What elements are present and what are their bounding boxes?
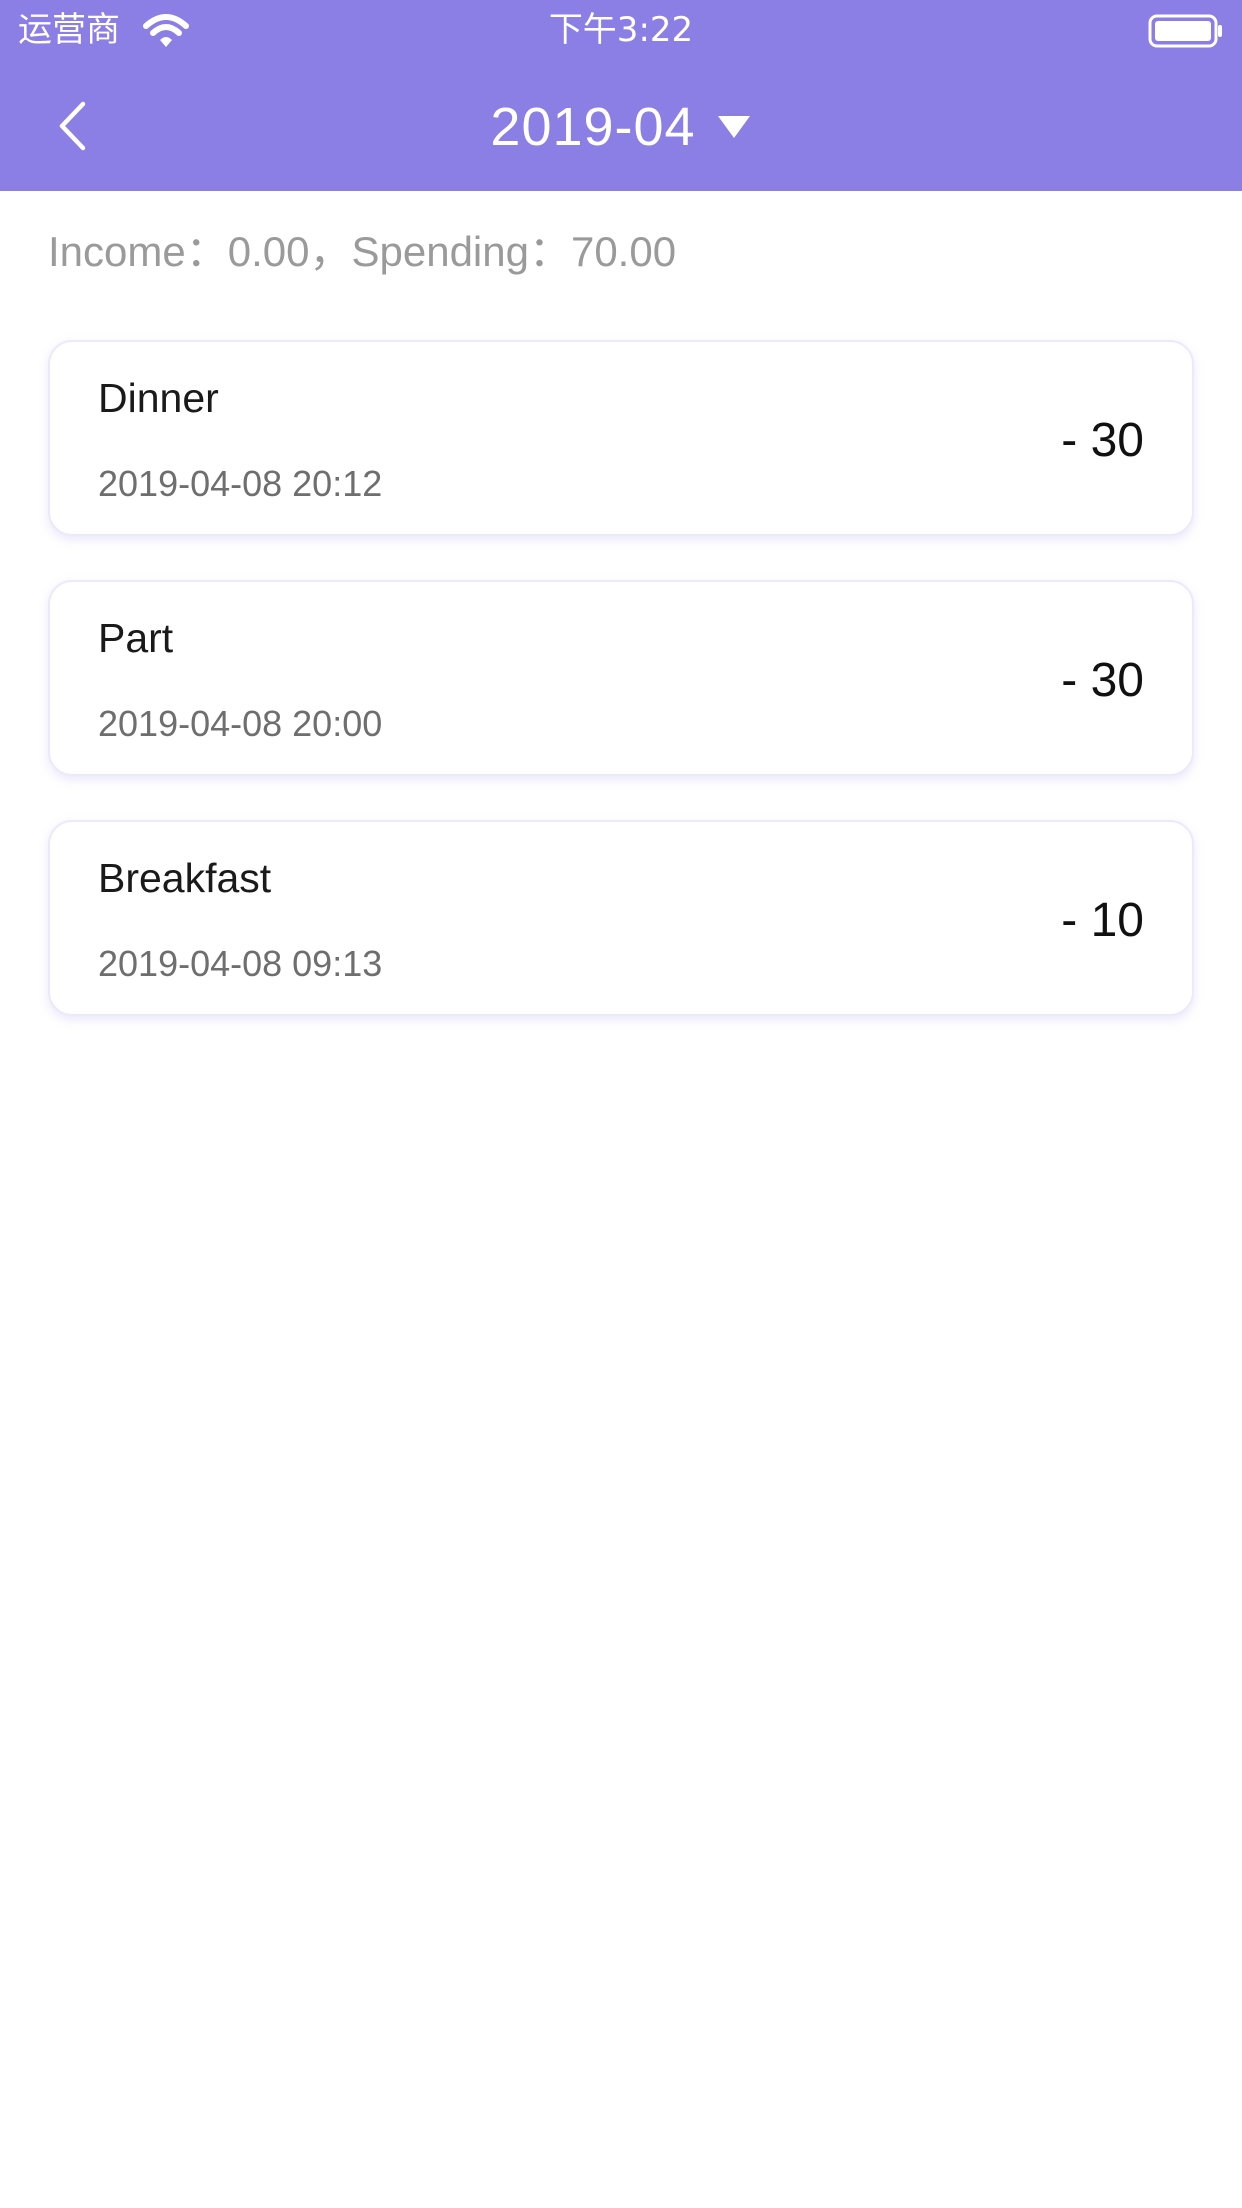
- record-time: 2019-04-08 20:12: [98, 463, 383, 504]
- record-card-breakfast[interactable]: Breakfast 2019-04-08 09:13 - 10: [48, 820, 1194, 1016]
- record-time: 2019-04-08 09:13: [98, 943, 383, 984]
- record-list: Dinner 2019-04-08 20:12 - 30 Part 2019-0…: [48, 340, 1194, 1060]
- record-title: Breakfast: [98, 855, 272, 901]
- record-amount: - 30: [1061, 654, 1144, 707]
- record-amount: - 30: [1061, 414, 1144, 467]
- record-card-part[interactable]: Part 2019-04-08 20:00 - 30: [48, 580, 1194, 776]
- dropdown-triangle-icon: [717, 116, 750, 138]
- app-header: 运营商 下午3:22 2019-04: [0, 0, 1242, 191]
- record-title: Part: [98, 615, 174, 661]
- record-time: 2019-04-08 20:00: [98, 703, 383, 744]
- month-selector[interactable]: 2019-04: [0, 92, 1242, 162]
- status-time: 下午3:22: [548, 10, 694, 50]
- battery-icon: [1148, 14, 1222, 48]
- month-label: 2019-04: [490, 97, 696, 157]
- income-spending-summary: Income：0.00，Spending：70.00: [48, 228, 677, 275]
- record-title: Dinner: [98, 375, 219, 421]
- status-bar: 运营商 下午3:22: [0, 0, 1242, 60]
- record-card-dinner[interactable]: Dinner 2019-04-08 20:12 - 30: [48, 340, 1194, 536]
- record-amount: - 10: [1061, 894, 1144, 947]
